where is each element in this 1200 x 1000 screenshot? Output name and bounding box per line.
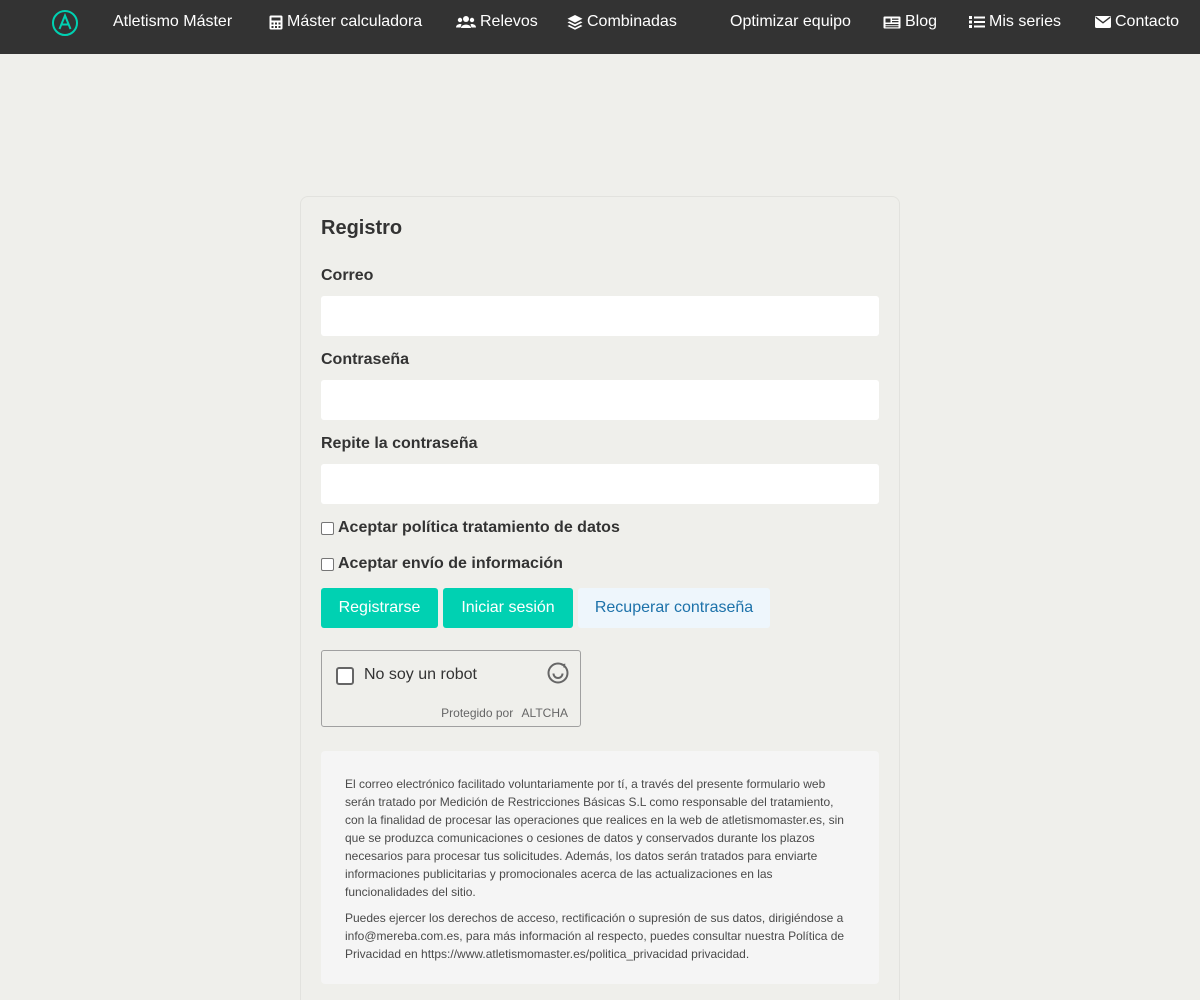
info-checkbox-label: Aceptar envío de información — [338, 555, 563, 572]
password-label: Contraseña — [321, 351, 410, 368]
privacy-notice-paragraph: Puedes ejercer los derechos de acceso, r… — [345, 911, 845, 961]
privacy-checkbox-row[interactable]: Aceptar política tratamiento de datos — [321, 519, 620, 537]
brand-logo-icon[interactable] — [51, 9, 79, 37]
top-navbar: Atletismo Máster Máster calculadora Rele… — [0, 0, 1200, 54]
nav-item-mis-series[interactable]: Mis series — [969, 0, 1061, 44]
nav-item-label: Contacto — [1115, 13, 1180, 30]
nav-item-blog[interactable]: Blog — [883, 0, 937, 44]
nav-item-label: Blog — [905, 13, 938, 30]
repeat-password-label: Repite la contraseña — [321, 435, 478, 452]
nav-item-label: Combinadas — [587, 13, 677, 30]
nav-item-contacto[interactable]: Contacto — [1095, 0, 1179, 44]
nav-item-label: Mis series — [989, 13, 1062, 30]
info-checkbox-row[interactable]: Aceptar envío de información — [321, 555, 563, 573]
nav-item-calculator[interactable]: Máster calculadora — [269, 0, 422, 44]
altcha-logo-icon — [546, 661, 570, 690]
login-button[interactable]: Iniciar sesión — [443, 588, 573, 628]
privacy-notice: El correo electrónico facilitado volunta… — [321, 751, 879, 984]
envelope-icon — [1095, 16, 1111, 28]
captcha-checkbox[interactable] — [336, 667, 354, 685]
repeat-password-field[interactable] — [321, 464, 879, 504]
nav-brand-label: Atletismo Máster — [113, 13, 233, 30]
captcha-protected-by: Protegido por — [441, 706, 514, 720]
password-field[interactable] — [321, 380, 879, 420]
register-button[interactable]: Registrarse — [321, 588, 438, 628]
registration-card: Registro Correo Contraseña Repite la con… — [300, 196, 900, 1000]
nav-item-label: Relevos — [480, 13, 538, 30]
nav-item-relevos[interactable]: Relevos — [456, 0, 538, 44]
calculator-icon — [269, 15, 283, 30]
users-icon — [456, 15, 476, 29]
captcha-widget: No soy un robot Protegido por ALTCHA — [321, 650, 581, 727]
nav-item-combinadas[interactable]: Combinadas — [567, 0, 677, 44]
nav-brand-link[interactable]: Atletismo Máster — [113, 0, 232, 44]
nav-item-optimizar[interactable]: Optimizar equipo — [730, 0, 851, 44]
email-label: Correo — [321, 267, 374, 284]
layers-icon — [567, 14, 583, 30]
privacy-checkbox[interactable] — [321, 521, 334, 535]
nav-item-label: Optimizar equipo — [730, 13, 851, 30]
nav-item-label: Máster calculadora — [287, 13, 423, 30]
privacy-checkbox-label: Aceptar política tratamiento de datos — [338, 519, 620, 536]
captcha-label: No soy un robot — [364, 666, 477, 683]
captcha-provider-link[interactable]: ALTCHA — [522, 706, 568, 720]
recover-password-button[interactable]: Recuperar contraseña — [578, 588, 770, 628]
privacy-notice-paragraph: El correo electrónico facilitado volunta… — [345, 777, 844, 899]
email-field[interactable] — [321, 296, 879, 336]
captcha-footer: Protegido por ALTCHA — [436, 706, 568, 720]
list-icon — [969, 15, 985, 29]
info-checkbox[interactable] — [321, 557, 334, 571]
newspaper-icon — [883, 16, 901, 29]
form-title: Registro — [321, 217, 403, 239]
